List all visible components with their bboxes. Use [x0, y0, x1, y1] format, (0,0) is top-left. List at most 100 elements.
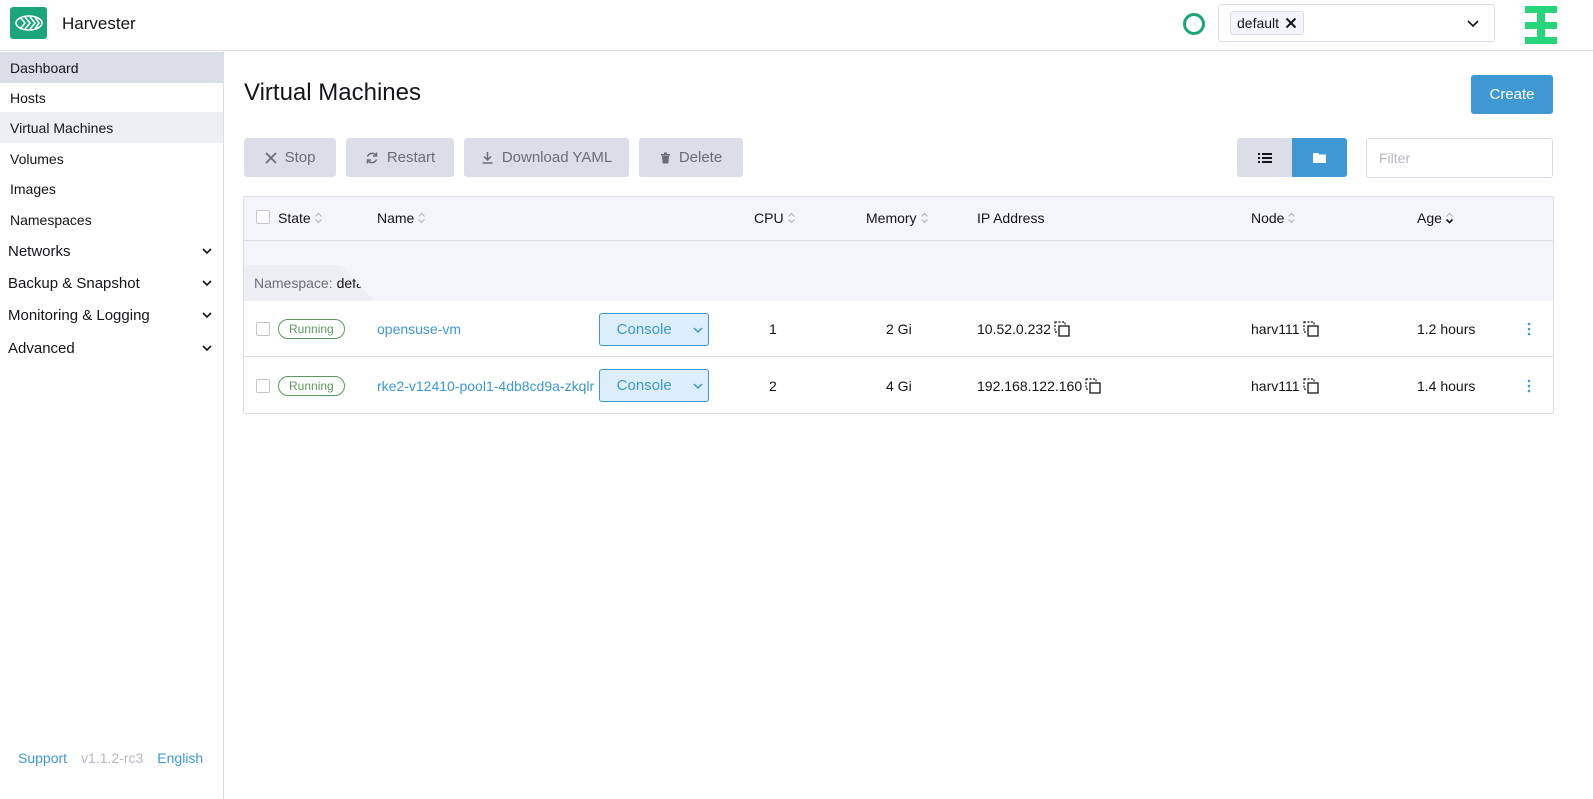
trash-icon — [660, 152, 670, 163]
version-label: v1.1.2-rc3 — [81, 750, 144, 766]
top-header: Harvester default — [0, 0, 1593, 51]
namespace-group-prefix: Namespace: — [254, 275, 333, 291]
ip-address-cell: 192.168.122.160 — [977, 376, 1101, 396]
column-header-memory[interactable]: Memory — [866, 210, 929, 226]
table-row[interactable]: Running opensuse-vm Console 1 2 Gi 10.52… — [244, 301, 1553, 357]
sidebar-item-hosts[interactable]: Hosts — [0, 82, 223, 113]
column-header-name[interactable]: Name — [377, 210, 426, 226]
sidebar-footer: Support v1.1.2-rc3 English — [18, 750, 203, 766]
more-actions-icon[interactable] — [1527, 379, 1531, 393]
close-icon — [264, 151, 277, 164]
status-badge: Running — [278, 376, 345, 396]
sidebar-group-monitoring-logging[interactable]: Monitoring & Logging — [0, 299, 223, 331]
download-yaml-button-label: Download YAML — [501, 149, 613, 166]
sidebar-item-namespaces[interactable]: Namespaces — [0, 204, 223, 235]
sidebar: Dashboard Hosts Virtual Machines Volumes… — [0, 51, 224, 799]
download-icon — [482, 152, 493, 164]
cluster-status-icon — [1183, 13, 1205, 35]
node-cell: harv111 — [1251, 376, 1319, 396]
console-button[interactable]: Console — [599, 369, 709, 402]
console-dropdown-toggle[interactable] — [688, 326, 708, 334]
namespace-filter-select[interactable]: default — [1218, 4, 1495, 42]
memory-value: 4 Gi — [886, 378, 912, 394]
column-header-state[interactable]: State — [278, 210, 323, 226]
node-value: harv111 — [1251, 321, 1300, 337]
column-header-ip-address: IP Address — [977, 210, 1044, 226]
console-button[interactable]: Console — [599, 313, 709, 346]
delete-button[interactable]: Delete — [639, 138, 743, 177]
sidebar-group-backup-snapshot[interactable]: Backup & Snapshot — [0, 267, 223, 299]
chevron-down-icon[interactable] — [1466, 16, 1480, 30]
console-button-label: Console — [616, 321, 672, 338]
column-header-label: Memory — [866, 210, 917, 226]
stop-button[interactable]: Stop — [244, 138, 336, 177]
sidebar-group-advanced[interactable]: Advanced — [0, 332, 223, 364]
chevron-down-icon — [202, 280, 212, 287]
select-all-checkbox[interactable] — [256, 210, 270, 224]
column-header-cpu[interactable]: CPU — [754, 210, 796, 226]
ip-address-value: 192.168.122.160 — [977, 378, 1083, 394]
ip-address-value: 10.52.0.232 — [977, 321, 1051, 337]
table-row[interactable]: Running rke2-v12410-pool1-4db8cd9a-zkqlr… — [244, 358, 1553, 414]
list-view-toggle[interactable] — [1237, 138, 1292, 177]
copy-icon[interactable] — [1302, 321, 1319, 337]
sidebar-group-label: Networks — [8, 242, 71, 260]
chevron-down-icon — [202, 248, 212, 255]
language-selector[interactable]: English — [157, 750, 203, 766]
cpu-value: 1 — [769, 321, 777, 337]
vm-table: State Name CPU Memory IP Address Node Ag… — [243, 196, 1554, 414]
sidebar-item-virtual-machines[interactable]: Virtual Machines — [0, 112, 223, 143]
user-avatar[interactable] — [1522, 6, 1560, 44]
sidebar-item-label: Dashboard — [10, 59, 79, 76]
copy-icon[interactable] — [1054, 321, 1070, 337]
create-button[interactable]: Create — [1471, 75, 1553, 114]
more-actions-icon[interactable] — [1527, 322, 1531, 336]
filter-input[interactable] — [1366, 138, 1553, 178]
sidebar-item-volumes[interactable]: Volumes — [0, 143, 223, 174]
row-checkbox[interactable] — [256, 322, 270, 336]
node-value: harv111 — [1251, 378, 1300, 394]
ip-address-cell: 10.52.0.232 — [977, 319, 1070, 339]
app-title: Harvester — [62, 14, 136, 33]
sort-icon — [314, 212, 322, 224]
download-yaml-button[interactable]: Download YAML — [464, 138, 629, 177]
sidebar-item-images[interactable]: Images — [0, 173, 223, 204]
column-header-node[interactable]: Node — [1251, 210, 1296, 226]
status-badge: Running — [278, 319, 345, 339]
column-header-label: IP Address — [977, 210, 1045, 226]
folder-icon — [1313, 153, 1326, 163]
restart-button[interactable]: Restart — [346, 138, 454, 177]
close-icon[interactable] — [1285, 17, 1297, 29]
support-link[interactable]: Support — [18, 750, 67, 766]
vm-name-link[interactable]: rke2-v12410-pool1-4db8cd9a-zkqlr — [377, 376, 594, 396]
namespace-group-tab: Namespace: default — [244, 265, 374, 301]
chevron-down-icon — [202, 345, 212, 352]
vm-name-link[interactable]: opensuse-vm — [377, 319, 461, 339]
sort-descending-icon — [1445, 212, 1453, 224]
harvester-logo[interactable] — [10, 7, 47, 39]
chevron-down-icon — [693, 326, 703, 333]
sidebar-group-label: Advanced — [8, 339, 75, 357]
sidebar-group-label: Monitoring & Logging — [8, 306, 150, 324]
column-header-age[interactable]: Age — [1417, 210, 1454, 226]
sidebar-group-label: Backup & Snapshot — [8, 274, 140, 292]
sidebar-item-label: Volumes — [10, 150, 64, 167]
group-by-namespace-toggle[interactable] — [1292, 138, 1347, 177]
restart-button-label: Restart — [386, 149, 436, 166]
table-header: State Name CPU Memory IP Address Node Ag… — [244, 197, 1553, 241]
sidebar-item-dashboard[interactable]: Dashboard — [0, 52, 223, 83]
column-header-label: State — [278, 210, 311, 226]
sort-icon — [787, 212, 795, 224]
harvester-logo-icon — [14, 15, 43, 31]
namespace-chip-label: default — [1237, 15, 1280, 31]
memory-value: 2 Gi — [886, 321, 912, 337]
copy-icon[interactable] — [1302, 378, 1319, 394]
delete-button-label: Delete — [678, 149, 723, 166]
copy-icon[interactable] — [1085, 378, 1101, 394]
row-checkbox[interactable] — [256, 379, 270, 393]
cpu-value: 2 — [769, 378, 777, 394]
sidebar-group-networks[interactable]: Networks — [0, 235, 223, 267]
list-icon — [1257, 152, 1272, 163]
column-header-label: Node — [1251, 210, 1285, 226]
console-dropdown-toggle[interactable] — [688, 382, 708, 390]
